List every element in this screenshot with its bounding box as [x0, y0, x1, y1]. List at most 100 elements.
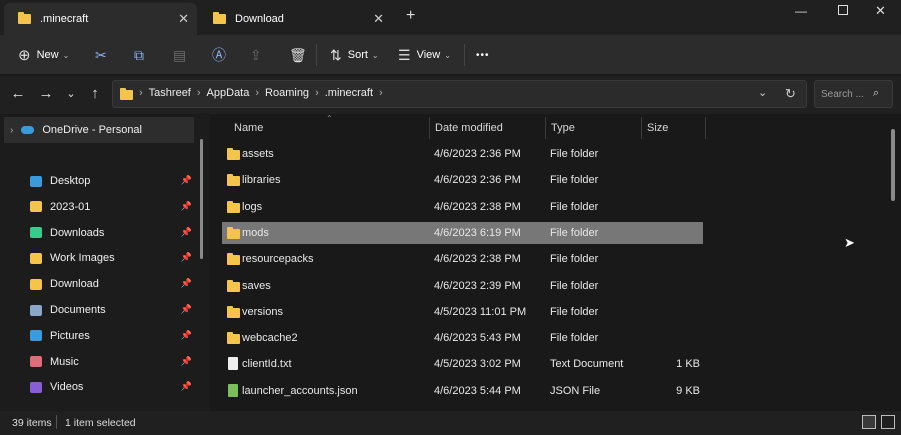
details-view-icon[interactable] [862, 415, 876, 429]
chevron-right-icon: › [139, 87, 143, 99]
pin-icon[interactable]: 📌 [181, 381, 192, 392]
pin-icon[interactable]: 📌 [181, 330, 192, 341]
chevron-down-icon[interactable]: ⌄ [758, 86, 767, 99]
pin-icon[interactable]: 📌 [181, 227, 192, 238]
maximize-button[interactable] [838, 5, 848, 15]
file-date: 4/6/2023 2:36 PM [434, 174, 521, 187]
desktop-icon [30, 175, 42, 187]
share-button[interactable]: ⇪ [250, 35, 262, 75]
file-name: assets [242, 148, 274, 160]
forward-button[interactable]: → [36, 84, 56, 104]
nav-item-downloads[interactable]: Downloads 📌 [0, 220, 196, 246]
file-row[interactable]: versions 4/5/2023 11:01 PM File folder [222, 301, 703, 323]
file-row[interactable]: mods 4/6/2023 6:19 PM File folder [222, 221, 703, 244]
file-row[interactable]: resourcepacks 4/6/2023 2:38 PM File folder [222, 248, 703, 270]
tab-minecraft[interactable]: .minecraft ✕ [4, 3, 197, 35]
nav-item-2023-01[interactable]: 2023-01 📌 [0, 194, 196, 220]
column-header-type[interactable]: Type [551, 115, 575, 141]
column-header-name[interactable]: Name [234, 115, 263, 141]
pin-icon[interactable]: 📌 [181, 356, 192, 367]
address-bar[interactable]: › Tashreef › AppData › Roaming › .minecr… [112, 80, 807, 108]
recent-locations-button[interactable]: ⌄ [61, 84, 81, 104]
file-row[interactable]: clientId.txt 4/5/2023 3:02 PM Text Documen… [222, 353, 703, 375]
column-header-date[interactable]: Date modified [435, 115, 503, 141]
tiles-view-icon[interactable] [881, 415, 895, 429]
file-name: versions [242, 305, 283, 318]
folder-icon [227, 253, 240, 266]
nav-item-onedrive[interactable]: › OneDrive - Personal [4, 117, 194, 143]
file-name: logs [242, 200, 263, 213]
trash-icon: 🗑 [289, 46, 307, 63]
sort-icon: ⇅ [330, 46, 342, 63]
toolbar-divider [464, 44, 465, 66]
breadcrumb-item[interactable]: Tashreef [149, 87, 191, 99]
close-icon[interactable]: ✕ [178, 11, 189, 27]
file-list-scrollbar[interactable] [891, 129, 895, 201]
cut-icon: ✂ [95, 46, 107, 63]
nav-item-desktop[interactable]: Desktop 📌 [0, 168, 196, 194]
file-row[interactable]: saves 4/6/2023 2:39 PM File folder [222, 275, 703, 297]
tab-bar: .minecraft ✕ Download ✕ + — ✕ [0, 0, 901, 35]
minimize-button[interactable]: — [795, 4, 807, 18]
breadcrumb-item[interactable]: .minecraft [325, 87, 373, 99]
new-button[interactable]: ⊕ New ⌄ [18, 35, 69, 75]
nav-item-download[interactable]: Download 📌 [0, 271, 196, 297]
cut-button[interactable]: ✂ [95, 35, 107, 75]
tab-label: .minecraft [40, 13, 89, 25]
file-row[interactable]: logs 4/6/2023 2:38 PM File folder [222, 196, 703, 218]
file-row[interactable]: webcache2 4/6/2023 5:43 PM File folder [222, 327, 703, 349]
tab-download[interactable]: Download ✕ [199, 3, 392, 35]
nav-item-documents[interactable]: Documents 📌 [0, 297, 196, 323]
download-icon [30, 227, 42, 239]
nav-item-pictures[interactable]: Pictures 📌 [0, 323, 196, 349]
column-separator [705, 117, 706, 139]
paste-button[interactable]: ▤ [173, 35, 186, 75]
file-date: 4/5/2023 11:01 PM [434, 305, 527, 318]
breadcrumb: › Tashreef › AppData › Roaming › .minecr… [139, 87, 383, 99]
search-placeholder: Search ... [821, 89, 864, 100]
sort-button[interactable]: ⇅ Sort ⌄ [330, 35, 379, 75]
pin-icon[interactable]: 📌 [181, 304, 192, 315]
pin-icon[interactable]: 📌 [181, 175, 192, 186]
file-row[interactable]: launcher_accounts.json 4/6/2023 5:44 PM JS… [222, 380, 703, 402]
pin-icon[interactable]: 📌 [181, 201, 192, 212]
file-type: File folder [550, 148, 599, 160]
back-button[interactable]: ← [8, 84, 28, 104]
breadcrumb-item[interactable]: AppData [207, 87, 250, 99]
nav-item-music[interactable]: Music 📌 [0, 349, 196, 375]
view-button[interactable]: ☰ View ⌄ [398, 35, 451, 75]
file-date: 4/6/2023 2:38 PM [434, 253, 521, 266]
nav-item-work-images[interactable]: Work Images 📌 [0, 245, 196, 271]
nav-item-label: Downloads [50, 226, 105, 239]
search-icon: ⌕ [873, 87, 880, 99]
nav-item-videos[interactable]: Videos 📌 [0, 374, 196, 400]
copy-button[interactable]: ⧉ [134, 35, 144, 75]
column-header-size[interactable]: Size [647, 115, 668, 141]
refresh-icon[interactable]: ↻ [785, 86, 796, 102]
view-icon: ☰ [398, 46, 411, 63]
close-window-button[interactable]: ✕ [875, 3, 886, 19]
file-date: 4/6/2023 6:19 PM [434, 226, 521, 239]
file-name: libraries [242, 174, 281, 187]
folder-icon [30, 252, 42, 264]
nav-scrollbar[interactable] [200, 139, 203, 259]
breadcrumb-item[interactable]: Roaming [265, 87, 309, 99]
pin-icon[interactable]: 📌 [181, 252, 192, 263]
nav-item-label: Download [50, 278, 99, 291]
close-icon[interactable]: ✕ [373, 11, 384, 27]
rename-button[interactable]: Ⓐ [212, 35, 226, 75]
file-date: 4/5/2023 3:02 PM [434, 358, 521, 371]
nav-item-label: Work Images [50, 252, 115, 265]
file-row[interactable]: libraries 4/6/2023 2:36 PM File folder [222, 169, 703, 191]
pictures-icon [30, 330, 42, 342]
delete-button[interactable]: 🗑 [289, 35, 307, 75]
search-box[interactable]: Search ... ⌕ [814, 80, 893, 108]
new-tab-button[interactable]: + [406, 7, 415, 25]
copy-icon: ⧉ [134, 46, 144, 63]
file-type: Text Document [550, 358, 624, 371]
up-button[interactable]: ↑ [85, 84, 105, 104]
item-count: 39 items [12, 417, 52, 429]
more-options-button[interactable]: ••• [476, 35, 490, 75]
pin-icon[interactable]: 📌 [181, 278, 192, 289]
file-row[interactable]: assets 4/6/2023 2:36 PM File folder [222, 143, 703, 165]
